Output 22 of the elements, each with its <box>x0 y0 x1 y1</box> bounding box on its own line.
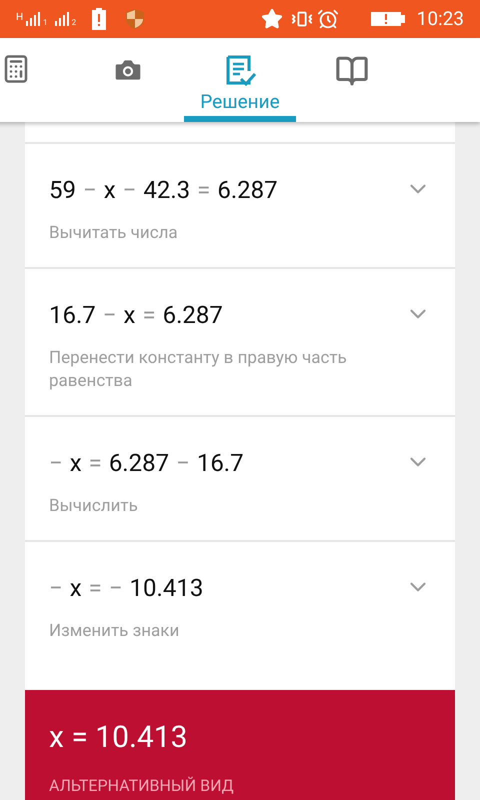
sim-number: 1 <box>43 19 48 27</box>
result-answer: x = 10.413 <box>49 720 188 756</box>
battery-alert-icon <box>92 8 106 30</box>
signal-icon <box>25 11 42 27</box>
equation: 59 − x − 42.3 = 6.287 <box>49 175 278 206</box>
step-description: Изменить знаки <box>49 620 180 643</box>
network-type: H <box>16 13 24 23</box>
shield-icon <box>126 9 144 29</box>
signal-icon <box>54 11 70 27</box>
book-icon <box>335 54 369 88</box>
clock-time: 10:23 <box>416 6 464 32</box>
sim-number: 2 <box>72 19 76 27</box>
equation: − x = − 10.413 <box>49 573 204 604</box>
step-description: Вычитать числа <box>49 222 179 245</box>
equation: − x = 6.287 − 16.7 <box>49 448 244 479</box>
equation: 16.7 − x = 6.287 <box>49 300 223 331</box>
battery-icon <box>370 11 405 27</box>
star-icon <box>260 8 283 30</box>
step-description: Перенести константу в правую часть равенства <box>49 347 348 393</box>
alarm-icon <box>316 8 339 30</box>
step-description: Вычислить <box>49 495 139 518</box>
alternative-view-link[interactable]: АЛЬТЕРНАТИВНЫЙ ВИД <box>49 774 234 798</box>
